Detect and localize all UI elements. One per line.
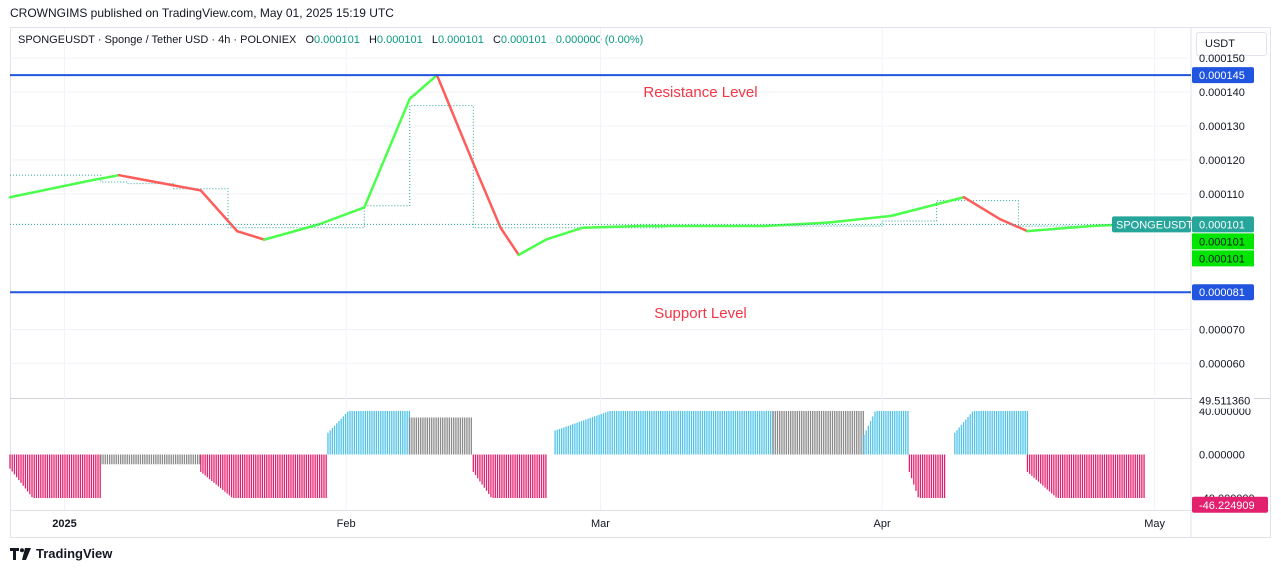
close-value: 0.000101 xyxy=(500,34,547,46)
symbol-legend: SPONGEUSDT · Sponge / Tether USD · 4h · … xyxy=(18,34,643,46)
open-label: O xyxy=(305,34,314,46)
currency-selector[interactable]: USDT xyxy=(1196,32,1267,56)
chart-frame xyxy=(10,27,1271,538)
low-value: 0.000101 xyxy=(437,34,484,46)
tradingview-logo-text: TradingView xyxy=(36,546,113,561)
close-label: C xyxy=(492,34,501,46)
high-value: 0.000101 xyxy=(376,34,423,46)
high-label: H xyxy=(368,34,377,46)
open-value: 0.000101 xyxy=(314,34,360,46)
tradingview-logo-icon xyxy=(10,547,31,560)
change-value: 0.000000 (0.00%) xyxy=(555,34,644,46)
tradingview-logo[interactable]: TradingView xyxy=(10,546,112,561)
publisher-line: CROWNGIMS published on TradingView.com, … xyxy=(10,6,394,20)
symbol-title: SPONGEUSDT · Sponge / Tether USD · 4h · … xyxy=(18,34,297,46)
